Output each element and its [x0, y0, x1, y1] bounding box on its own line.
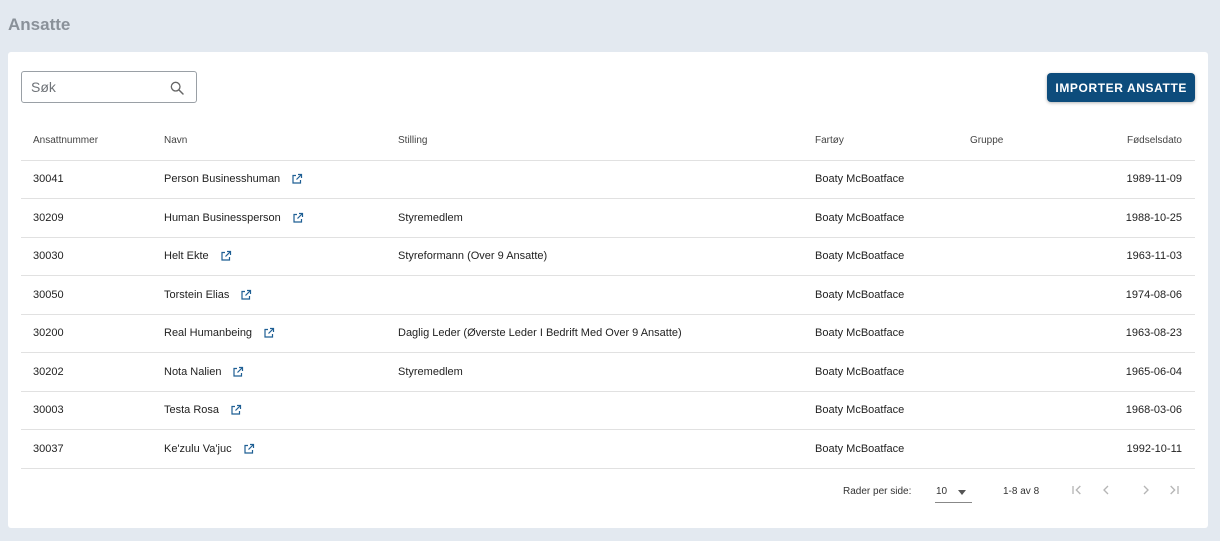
cell-number: 30050 [21, 275, 164, 315]
column-header-dob[interactable]: Fødselsdato [1090, 122, 1195, 161]
column-header-number[interactable]: Ansattnummer [21, 122, 164, 161]
employee-name: Human Businessperson [164, 211, 281, 224]
cell-dob: 1968-03-06 [1090, 391, 1195, 430]
chevron-left-icon[interactable] [1098, 482, 1114, 498]
employees-table: Ansattnummer Navn Stilling Fartøy Gruppe… [21, 122, 1195, 469]
cell-name: Nota Nalien [164, 352, 398, 392]
table-row[interactable]: 30003 Testa Rosa Boaty McBoatface 1968-03-0… [21, 391, 1195, 430]
cell-vessel: Boaty McBoatface [815, 391, 970, 430]
cell-group [970, 198, 1090, 238]
table-row[interactable]: 30041 Person Businesshuman Boaty McBoatfac… [21, 160, 1195, 199]
cell-dob: 1965-06-04 [1090, 352, 1195, 392]
cell-position [398, 275, 815, 315]
table-row[interactable]: 30202 Nota Nalien Styremedlem Boaty McBoatf… [21, 352, 1195, 392]
cell-vessel: Boaty McBoatface [815, 314, 970, 353]
pagination-bar: Rader per side: 10 1-8 av 8 [8, 476, 1208, 506]
cell-position: Styremedlem [398, 198, 815, 238]
cell-number: 30200 [21, 314, 164, 353]
table-row[interactable]: 30200 Real Humanbeing Daglig Leder (Øverst… [21, 314, 1195, 353]
column-header-name[interactable]: Navn [164, 122, 398, 161]
cell-name: Testa Rosa [164, 391, 398, 430]
cell-group [970, 391, 1090, 430]
table-row[interactable]: 30037 Ke'zulu Va'juc Boaty McBoatface 1992-… [21, 429, 1195, 469]
cell-group [970, 314, 1090, 353]
pagination-range: 1-8 av 8 [1003, 486, 1040, 497]
last-page-icon[interactable] [1166, 482, 1182, 498]
rows-per-page-label: Rader per side: [843, 486, 912, 497]
cell-dob: 1989-11-09 [1090, 160, 1195, 199]
cell-name: Person Businesshuman [164, 160, 398, 199]
table-header-row: Ansattnummer Navn Stilling Fartøy Gruppe… [21, 122, 1195, 161]
cell-group [970, 237, 1090, 276]
column-header-position[interactable]: Stilling [398, 122, 815, 161]
cell-number: 30202 [21, 352, 164, 392]
cell-name: Ke'zulu Va'juc [164, 429, 398, 469]
cell-number: 30041 [21, 160, 164, 199]
open-in-new-icon[interactable] [240, 289, 252, 301]
open-in-new-icon[interactable] [263, 327, 275, 339]
employee-name: Real Humanbeing [164, 327, 253, 340]
cell-position [398, 160, 815, 199]
cell-vessel: Boaty McBoatface [815, 198, 970, 238]
cell-number: 30030 [21, 237, 164, 276]
import-employees-button[interactable]: IMPORTER ANSATTE [1047, 73, 1195, 102]
chevron-right-icon[interactable] [1138, 482, 1154, 498]
cell-position: Styremedlem [398, 352, 815, 392]
employee-name: Helt Ekte [164, 250, 209, 263]
cell-number: 30037 [21, 429, 164, 469]
column-header-group[interactable]: Gruppe [970, 122, 1090, 161]
employees-card: IMPORTER ANSATTE Ansattnummer Navn Still… [8, 52, 1208, 528]
cell-name: Human Businessperson [164, 198, 398, 238]
open-in-new-icon[interactable] [291, 173, 303, 185]
cell-vessel: Boaty McBoatface [815, 275, 970, 315]
cell-vessel: Boaty McBoatface [815, 160, 970, 199]
cell-number: 30003 [21, 391, 164, 430]
cell-dob: 1988-10-25 [1090, 198, 1195, 238]
cell-position: Daglig Leder (Øverste Leder I Bedrift Me… [398, 314, 815, 353]
open-in-new-icon[interactable] [232, 366, 244, 378]
cell-vessel: Boaty McBoatface [815, 237, 970, 276]
column-header-vessel[interactable]: Fartøy [815, 122, 970, 161]
first-page-icon[interactable] [1069, 482, 1085, 498]
open-in-new-icon[interactable] [230, 404, 242, 416]
rows-per-page-select[interactable]: 10 [935, 479, 972, 503]
cell-group [970, 275, 1090, 315]
table-row[interactable]: 30030 Helt Ekte Styreformann (Over 9 Ansat… [21, 237, 1195, 276]
employee-name: Testa Rosa [164, 404, 220, 417]
search-input[interactable] [22, 72, 162, 102]
employee-name: Ke'zulu Va'juc [164, 442, 232, 455]
caret-down-icon [958, 490, 966, 495]
search-field[interactable] [21, 71, 197, 103]
cell-vessel: Boaty McBoatface [815, 352, 970, 392]
cell-vessel: Boaty McBoatface [815, 429, 970, 469]
employee-name: Torstein Elias [164, 288, 230, 301]
cell-position [398, 429, 815, 469]
cell-name: Real Humanbeing [164, 314, 398, 353]
cell-number: 30209 [21, 198, 164, 238]
table-row[interactable]: 30050 Torstein Elias Boaty McBoatface 1974-… [21, 275, 1195, 315]
open-in-new-icon[interactable] [292, 212, 304, 224]
cell-name: Helt Ekte [164, 237, 398, 276]
cell-name: Torstein Elias [164, 275, 398, 315]
cell-group [970, 160, 1090, 199]
open-in-new-icon[interactable] [220, 250, 232, 262]
cell-position [398, 391, 815, 430]
search-icon[interactable] [169, 80, 185, 96]
cell-dob: 1963-08-23 [1090, 314, 1195, 353]
cell-group [970, 352, 1090, 392]
rows-per-page-value: 10 [936, 486, 948, 497]
table-row[interactable]: 30209 Human Businessperson Styremedlem Boat… [21, 198, 1195, 238]
page-title: Ansatte [8, 15, 71, 34]
cell-dob: 1974-08-06 [1090, 275, 1195, 315]
cell-position: Styreformann (Over 9 Ansatte) [398, 237, 815, 276]
employee-name: Nota Nalien [164, 365, 222, 378]
open-in-new-icon[interactable] [243, 443, 255, 455]
employee-name: Person Businesshuman [164, 173, 281, 186]
cell-dob: 1992-10-11 [1090, 429, 1195, 469]
cell-dob: 1963-11-03 [1090, 237, 1195, 276]
cell-group [970, 429, 1090, 469]
